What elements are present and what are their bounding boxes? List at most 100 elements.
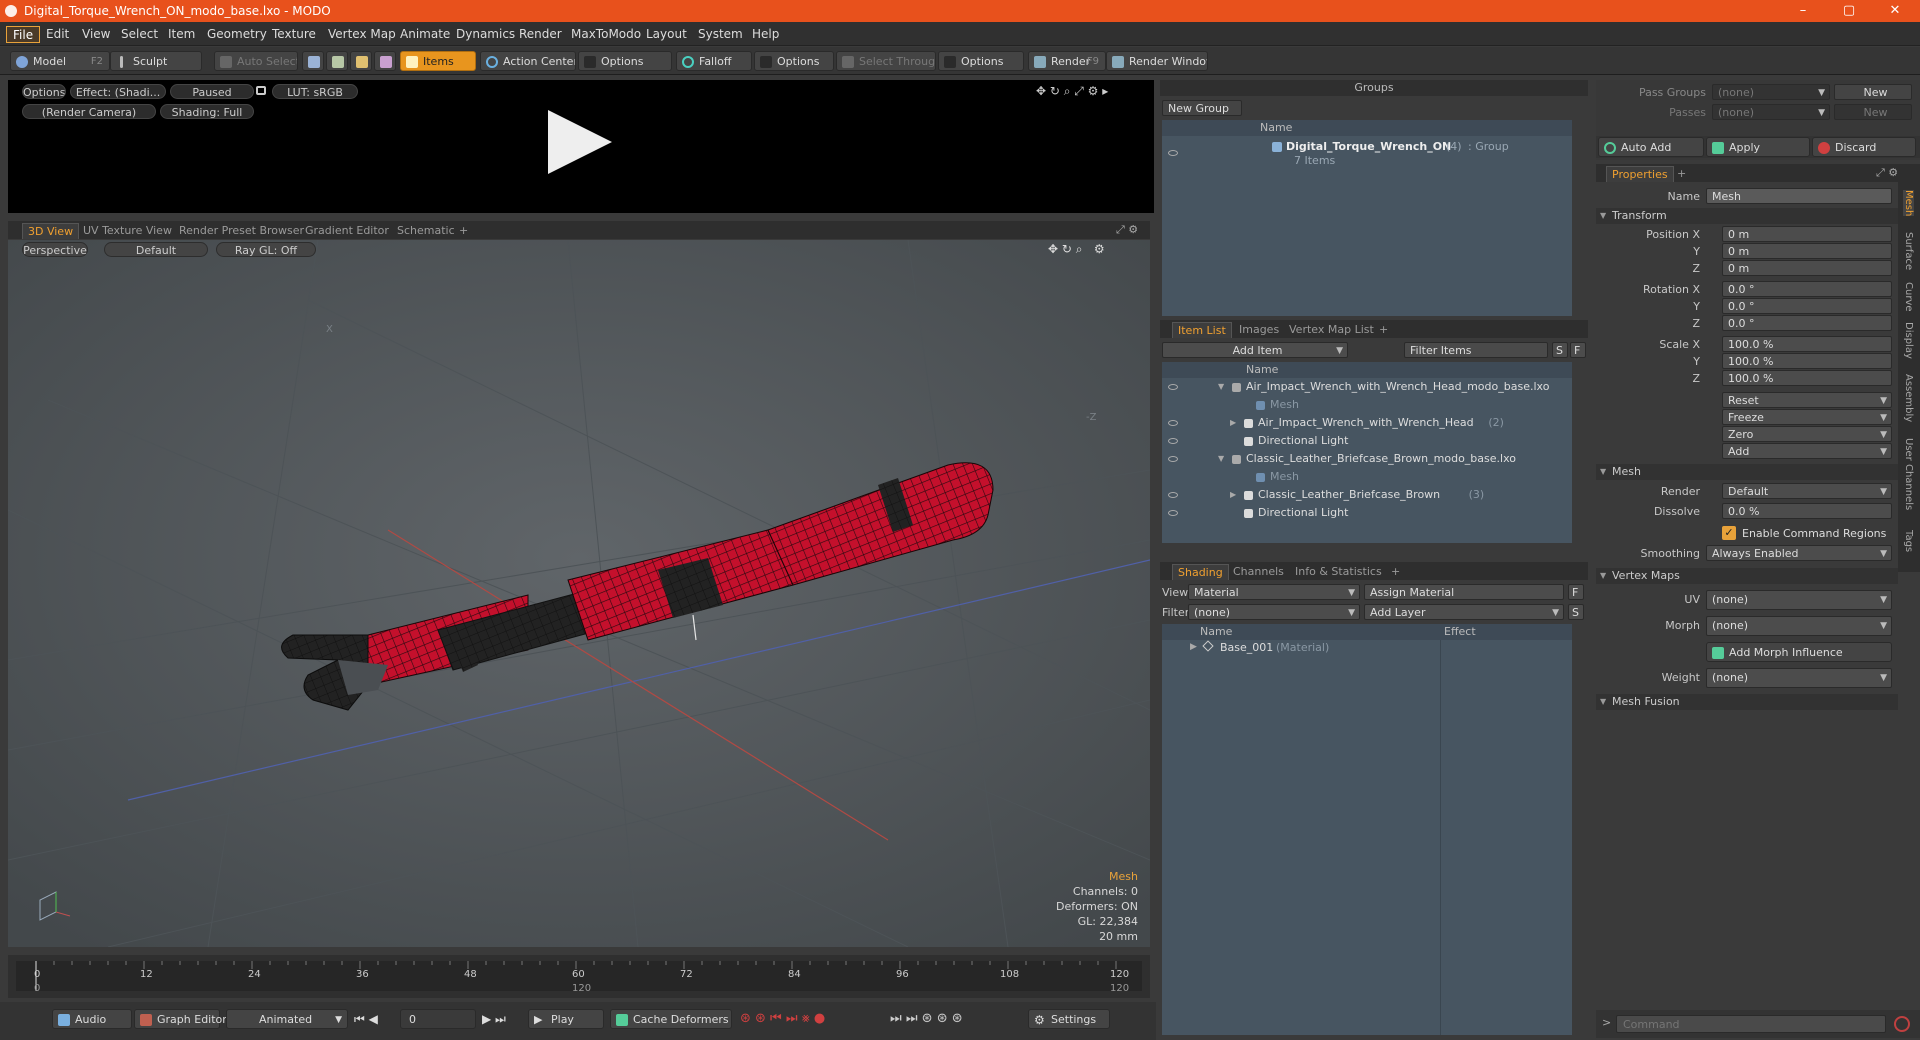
- tab-images[interactable]: Images: [1234, 322, 1284, 338]
- smoothing-dropdown[interactable]: Always Enabled ▼: [1706, 545, 1892, 561]
- timeline[interactable]: 0 12 24 36 48 60 72 84 96 108 120 0 120 …: [8, 955, 1150, 998]
- render-window-button[interactable]: Render Window: [1106, 51, 1208, 71]
- select-through-button[interactable]: Select Through: [836, 51, 936, 71]
- viewport-expand-icon[interactable]: ⤢ ⚙: [1116, 223, 1138, 237]
- dissolve-field[interactable]: 0.0 %: [1722, 503, 1892, 519]
- default-style-button[interactable]: Default: [104, 242, 208, 257]
- shading-s-button[interactable]: S: [1568, 604, 1584, 620]
- item-list[interactable]: ▼ Air_Impact_Wrench_with_Wrench_Head_modo…: [1162, 378, 1572, 543]
- maximize-button[interactable]: ▢: [1826, 0, 1872, 22]
- preview-shading-button[interactable]: Shading: Full: [160, 104, 254, 119]
- morph-dropdown[interactable]: (none) ▼: [1706, 616, 1892, 636]
- action-center-button[interactable]: Action Center: [480, 51, 576, 71]
- expand-arrow-icon[interactable]: ▶: [1230, 414, 1236, 432]
- groups-list[interactable]: Digital_Torque_Wrench_ON (4) : Group 7 I…: [1162, 136, 1572, 316]
- menu-system[interactable]: System: [692, 26, 749, 43]
- side-tab-surface[interactable]: Surface: [1903, 232, 1914, 270]
- preview-nav-icons[interactable]: ✥ ↻ ⌕ ⤢ ⚙ ▸: [1036, 84, 1108, 99]
- tab-3d-view[interactable]: 3D View: [22, 223, 80, 239]
- expand-arrow-icon[interactable]: ▼: [1218, 378, 1224, 396]
- apply-button[interactable]: Apply: [1706, 137, 1810, 157]
- command-input[interactable]: [1616, 1015, 1886, 1033]
- eye-icon[interactable]: [1168, 438, 1178, 444]
- weight-dropdown[interactable]: (none) ▼: [1706, 668, 1892, 688]
- render-dropdown[interactable]: Default ▼: [1722, 483, 1892, 499]
- expand-arrow-icon[interactable]: ▶: [1230, 486, 1236, 504]
- preview-options-button[interactable]: Options: [22, 84, 66, 99]
- side-tab-assembly[interactable]: Assembly: [1903, 374, 1914, 422]
- rotation-x-field[interactable]: 0.0 °: [1722, 281, 1892, 297]
- tab-channels[interactable]: Channels: [1228, 564, 1289, 580]
- select-through-options-button[interactable]: Options: [938, 51, 1024, 71]
- audio-button[interactable]: Audio: [52, 1009, 132, 1029]
- frame-input[interactable]: 0: [400, 1009, 476, 1029]
- new-pass-button[interactable]: New: [1834, 104, 1912, 120]
- menu-animate[interactable]: Animate: [394, 26, 456, 43]
- search-s-button[interactable]: S: [1552, 342, 1568, 358]
- list-item[interactable]: ▶ Classic_Leather_Briefcase_Brown (3): [1162, 486, 1572, 504]
- model-mode-button[interactable]: Model F2: [10, 51, 110, 71]
- tab-gradient-editor[interactable]: Gradient Editor: [300, 223, 394, 239]
- tab-uv-texture-view[interactable]: UV Texture View: [78, 223, 177, 239]
- list-item[interactable]: Directional Light: [1162, 504, 1572, 522]
- menu-select[interactable]: Select: [115, 26, 164, 43]
- menu-dynamics[interactable]: Dynamics: [450, 26, 521, 43]
- 3d-viewport[interactable]: X -Z Perspective Default Ray GL: Off ✥ ↻…: [8, 240, 1150, 947]
- add-tab-button[interactable]: +: [1374, 322, 1393, 338]
- eye-icon[interactable]: [1168, 420, 1178, 426]
- menu-help[interactable]: Help: [746, 26, 785, 43]
- mesh-fusion-section[interactable]: Mesh Fusion: [1596, 694, 1898, 710]
- play-icon[interactable]: [548, 110, 612, 174]
- lock-icon[interactable]: [256, 86, 266, 95]
- vertex-maps-section[interactable]: Vertex Maps: [1596, 568, 1898, 584]
- preview-paused-button[interactable]: Paused: [170, 84, 254, 99]
- list-item[interactable]: ▼ Air_Impact_Wrench_with_Wrench_Head_modo…: [1162, 378, 1572, 396]
- menu-layout[interactable]: Layout: [640, 26, 693, 43]
- play-button[interactable]: ▶ Play: [528, 1009, 604, 1029]
- material-name[interactable]: Base_001: [1220, 641, 1273, 654]
- side-tab-display[interactable]: Display: [1903, 322, 1914, 359]
- side-tab-mesh[interactable]: Mesh: [1903, 190, 1914, 217]
- stop-icon[interactable]: [1894, 1016, 1910, 1032]
- new-pass-group-button[interactable]: New: [1834, 84, 1912, 100]
- name-field[interactable]: Mesh: [1706, 188, 1892, 204]
- side-tab-curve[interactable]: Curve: [1903, 282, 1914, 312]
- menu-file[interactable]: File: [6, 26, 41, 43]
- menu-texture[interactable]: Texture: [266, 26, 322, 43]
- sculpt-mode-button[interactable]: Sculpt: [110, 51, 202, 71]
- properties-expand-icon[interactable]: ⤢ ⚙: [1876, 166, 1898, 180]
- menu-edit[interactable]: Edit: [40, 26, 75, 43]
- falloff-button[interactable]: Falloff: [676, 51, 752, 71]
- polygons-mode-button[interactable]: [350, 51, 372, 71]
- preview-effect-button[interactable]: Effect: (Shadi...: [70, 84, 166, 99]
- assign-material-button[interactable]: Assign Material: [1364, 584, 1564, 600]
- list-item[interactable]: ▼ Classic_Leather_Briefcase_Brown_modo_ba…: [1162, 450, 1572, 468]
- zero-dropdown[interactable]: Zero ▼: [1722, 426, 1892, 442]
- expand-arrow-icon[interactable]: ▼: [1218, 450, 1224, 468]
- enable-command-regions-checkbox[interactable]: ✓: [1722, 526, 1736, 540]
- shader-tree[interactable]: ▶ Base_001 (Material): [1162, 640, 1572, 1035]
- preview-lut-button[interactable]: LUT: sRGB: [272, 84, 358, 99]
- rotation-z-field[interactable]: 0.0 °: [1722, 315, 1892, 331]
- cache-deformers-button[interactable]: Cache Deformers: [610, 1009, 732, 1029]
- tab-shading[interactable]: Shading: [1172, 564, 1229, 580]
- reset-dropdown[interactable]: Reset ▼: [1722, 392, 1892, 408]
- perspective-button[interactable]: Perspective: [22, 242, 88, 257]
- shading-f-button[interactable]: F: [1568, 584, 1584, 600]
- menu-geometry[interactable]: Geometry: [201, 26, 273, 43]
- list-item[interactable]: Mesh: [1162, 468, 1572, 486]
- render-preview[interactable]: Options Effect: (Shadi... Paused LUT: sR…: [8, 80, 1154, 213]
- tab-schematic[interactable]: Schematic: [392, 223, 460, 239]
- key-nav-icons[interactable]: ⏭ ⏭ ⊛ ⊛ ⊛: [890, 1011, 963, 1026]
- list-item[interactable]: ▶ Air_Impact_Wrench_with_Wrench_Head (2): [1162, 414, 1572, 432]
- filter-dropdown[interactable]: (none) ▼: [1188, 604, 1360, 620]
- uv-dropdown[interactable]: (none) ▼: [1706, 590, 1892, 610]
- next-key-buttons[interactable]: ▶ ⏭: [482, 1012, 506, 1027]
- edges-mode-button[interactable]: [326, 51, 348, 71]
- menu-vertex-map[interactable]: Vertex Map: [322, 26, 402, 43]
- preview-camera-button[interactable]: (Render Camera): [22, 104, 156, 119]
- add-morph-influence-button[interactable]: Add Morph Influence: [1706, 642, 1892, 662]
- side-tab-tags[interactable]: Tags: [1903, 530, 1914, 552]
- render-button[interactable]: Render F9: [1028, 51, 1106, 71]
- add-dropdown[interactable]: Add ▼: [1722, 443, 1892, 459]
